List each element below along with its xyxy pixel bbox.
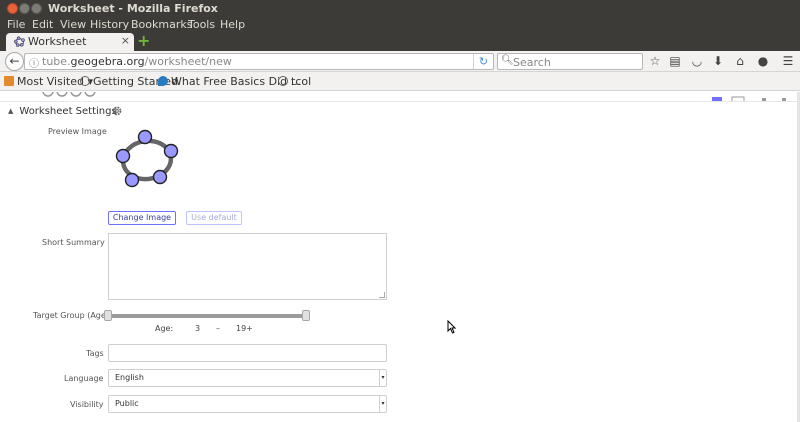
- chat-icon[interactable]: ●: [756, 54, 770, 68]
- url-text: tube.geogebra.org/worksheet/new: [42, 55, 232, 68]
- visibility-label: Visibility: [70, 400, 104, 409]
- language-selected-value: English: [115, 373, 144, 382]
- use-default-button[interactable]: Use default: [186, 211, 242, 225]
- info-icon[interactable]: ⓘ: [29, 55, 39, 70]
- preview-image-label: Preview Image: [48, 127, 107, 136]
- menu-help[interactable]: Help: [220, 18, 245, 31]
- language-select[interactable]: English ▾: [108, 369, 387, 387]
- geogebra-favicon-icon: [14, 36, 25, 47]
- language-label: Language: [64, 374, 104, 383]
- preview-image-geogebra-logo: [115, 129, 179, 188]
- bookmark-label: tcol: [291, 75, 312, 88]
- site-logo-cropped-icon: [42, 92, 96, 97]
- dropdown-arrow-icon: ▾: [379, 396, 386, 412]
- bookmark-tcol[interactable]: tcol: [278, 75, 311, 88]
- menu-edit[interactable]: Edit: [32, 18, 53, 31]
- drupal-icon: [158, 76, 168, 86]
- bookmark-star-icon[interactable]: ☆: [648, 54, 662, 68]
- tab-title: Worksheet: [28, 35, 87, 48]
- window-titlebar: Worksheet - Mozilla Firefox: [0, 0, 800, 17]
- age-dash: –: [216, 324, 220, 333]
- search-icon: 🔍︎: [501, 55, 514, 66]
- age-slider-min-handle[interactable]: [104, 310, 112, 321]
- arrow-left-icon: ←: [9, 54, 20, 68]
- age-slider-track[interactable]: [108, 314, 306, 318]
- menu-tools[interactable]: Tools: [188, 18, 215, 31]
- navigation-toolbar: ← ⓘ tube.geogebra.org/worksheet/new ↻ 🔍︎…: [0, 51, 800, 72]
- section-title: Worksheet Settings: [19, 106, 117, 117]
- menu-file[interactable]: File: [7, 18, 25, 31]
- age-max-value: 19+: [236, 324, 253, 333]
- menu-history[interactable]: History: [90, 18, 129, 31]
- gear-icon[interactable]: [111, 105, 123, 117]
- header-icons-cropped: [712, 96, 786, 101]
- age-slider-max-handle[interactable]: [302, 310, 310, 321]
- page-header-cropped: [0, 92, 800, 102]
- window-maximize-button[interactable]: [31, 3, 42, 14]
- search-bar[interactable]: 🔍︎ Search: [497, 53, 643, 70]
- dropdown-arrow-icon: ▾: [379, 370, 386, 386]
- mouse-cursor-icon: [447, 320, 456, 334]
- reload-icon[interactable]: ↻: [473, 54, 493, 69]
- tags-input[interactable]: [108, 344, 387, 362]
- visibility-selected-value: Public: [115, 399, 139, 408]
- short-summary-textarea[interactable]: [108, 233, 387, 300]
- back-button[interactable]: ←: [5, 52, 24, 71]
- url-path: /worksheet/new: [144, 55, 232, 68]
- age-label: Age:: [155, 324, 174, 333]
- new-tab-button[interactable]: +: [137, 33, 151, 49]
- url-domain: geogebra.org: [70, 55, 145, 68]
- bookmarks-toolbar: Most Visited ▾ Getting Started What Free…: [0, 72, 800, 91]
- globe-icon: [278, 76, 288, 86]
- target-group-label: Target Group (Age): [33, 311, 109, 320]
- window-minimize-button[interactable]: [19, 3, 30, 14]
- short-summary-label: Short Summary: [42, 238, 105, 247]
- folder-icon: [4, 76, 14, 86]
- tab-worksheet[interactable]: Worksheet ×: [6, 33, 134, 51]
- resize-grip-icon[interactable]: [379, 292, 385, 298]
- pocket-icon[interactable]: ◡: [690, 54, 704, 68]
- tab-close-icon[interactable]: ×: [121, 34, 130, 47]
- home-icon[interactable]: ⌂: [733, 54, 747, 68]
- tab-strip: Worksheet × +: [0, 32, 800, 51]
- page-content: ▲ Worksheet Settings Preview Image Change…: [0, 92, 800, 422]
- tags-label: Tags: [86, 349, 104, 358]
- reading-list-icon[interactable]: ▤: [668, 54, 682, 68]
- visibility-select[interactable]: Public ▾: [108, 395, 387, 413]
- menu-view[interactable]: View: [60, 18, 86, 31]
- window-close-button[interactable]: [7, 3, 18, 14]
- url-bar[interactable]: ⓘ tube.geogebra.org/worksheet/new ↻: [24, 53, 494, 70]
- menu-bar: File Edit View History Bookmarks Tools H…: [0, 17, 800, 32]
- url-prefix: tube.: [42, 55, 71, 68]
- age-min-value: 3: [195, 324, 201, 333]
- hamburger-menu-icon[interactable]: ☰: [781, 54, 795, 68]
- menu-bookmarks[interactable]: Bookmarks: [131, 18, 192, 31]
- section-header-worksheet-settings[interactable]: ▲ Worksheet Settings: [8, 106, 117, 117]
- globe-icon: [80, 76, 90, 86]
- change-image-button[interactable]: Change Image: [108, 211, 176, 225]
- window-title: Worksheet - Mozilla Firefox: [48, 2, 218, 15]
- collapse-caret-icon: ▲: [8, 107, 14, 115]
- search-placeholder: Search: [513, 56, 551, 69]
- downloads-icon[interactable]: ⬇: [711, 54, 725, 68]
